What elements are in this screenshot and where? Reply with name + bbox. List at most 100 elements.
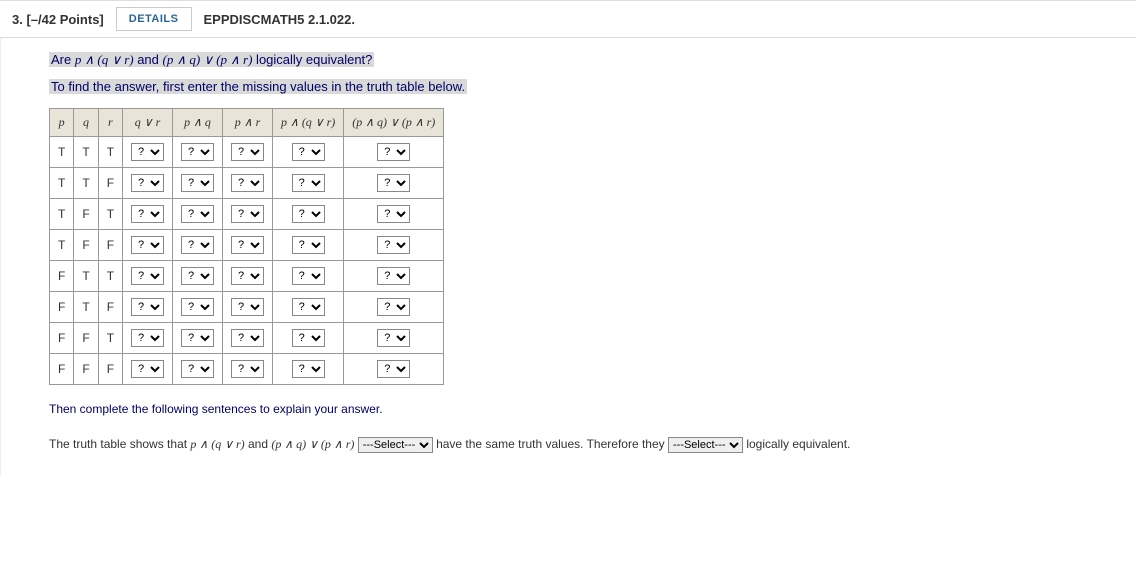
truth-value-select[interactable]: ? bbox=[181, 143, 214, 161]
cell-select: ? bbox=[173, 198, 223, 229]
cell-select: ? bbox=[344, 229, 444, 260]
select-same-values[interactable]: ---Select--- bbox=[358, 437, 433, 453]
truth-value-select[interactable]: ? bbox=[181, 236, 214, 254]
truth-value-select[interactable]: ? bbox=[377, 236, 410, 254]
cell-select: ? bbox=[123, 229, 173, 260]
truth-value-select[interactable]: ? bbox=[377, 329, 410, 347]
truth-value-select[interactable]: ? bbox=[292, 360, 325, 378]
truth-value-select[interactable]: ? bbox=[292, 329, 325, 347]
col-par: p ∧ r bbox=[223, 108, 273, 136]
cell-select: ? bbox=[273, 198, 344, 229]
truth-value-select[interactable]: ? bbox=[377, 205, 410, 223]
cell-value: T bbox=[50, 136, 74, 167]
truth-value-select[interactable]: ? bbox=[292, 143, 325, 161]
truth-table: p q r q ∨ r p ∧ q p ∧ r p ∧ (q ∨ r) (p ∧… bbox=[49, 108, 444, 385]
truth-value-select[interactable]: ? bbox=[292, 174, 325, 192]
cell-select: ? bbox=[173, 353, 223, 384]
cell-value: T bbox=[74, 260, 98, 291]
cell-value: F bbox=[50, 322, 74, 353]
truth-value-select[interactable]: ? bbox=[231, 360, 264, 378]
cell-select: ? bbox=[344, 353, 444, 384]
table-row: TTT????? bbox=[50, 136, 444, 167]
cell-select: ? bbox=[344, 322, 444, 353]
truth-value-select[interactable]: ? bbox=[131, 267, 164, 285]
truth-value-select[interactable]: ? bbox=[131, 205, 164, 223]
truth-value-select[interactable]: ? bbox=[231, 143, 264, 161]
truth-value-select[interactable]: ? bbox=[181, 329, 214, 347]
cell-select: ? bbox=[344, 291, 444, 322]
cell-select: ? bbox=[223, 136, 273, 167]
cell-select: ? bbox=[223, 229, 273, 260]
col-paq: p ∧ q bbox=[173, 108, 223, 136]
truth-value-select[interactable]: ? bbox=[131, 298, 164, 316]
cell-select: ? bbox=[173, 167, 223, 198]
cell-value: T bbox=[98, 198, 122, 229]
cell-select: ? bbox=[273, 353, 344, 384]
details-button[interactable]: DETAILS bbox=[116, 7, 192, 31]
truth-value-select[interactable]: ? bbox=[292, 298, 325, 316]
cell-select: ? bbox=[223, 167, 273, 198]
truth-value-select[interactable]: ? bbox=[181, 298, 214, 316]
truth-value-select[interactable]: ? bbox=[181, 174, 214, 192]
truth-value-select[interactable]: ? bbox=[231, 267, 264, 285]
cell-select: ? bbox=[173, 260, 223, 291]
cell-value: T bbox=[98, 136, 122, 167]
cell-value: F bbox=[74, 229, 98, 260]
cell-select: ? bbox=[273, 322, 344, 353]
cell-value: F bbox=[50, 291, 74, 322]
truth-value-select[interactable]: ? bbox=[231, 205, 264, 223]
truth-value-select[interactable]: ? bbox=[292, 236, 325, 254]
truth-value-select[interactable]: ? bbox=[131, 143, 164, 161]
truth-value-select[interactable]: ? bbox=[181, 205, 214, 223]
truth-value-select[interactable]: ? bbox=[181, 360, 214, 378]
cell-select: ? bbox=[273, 260, 344, 291]
cell-value: F bbox=[74, 322, 98, 353]
table-row: FFF????? bbox=[50, 353, 444, 384]
truth-value-select[interactable]: ? bbox=[231, 329, 264, 347]
truth-value-select[interactable]: ? bbox=[377, 360, 410, 378]
col-qvr: q ∨ r bbox=[123, 108, 173, 136]
truth-value-select[interactable]: ? bbox=[377, 298, 410, 316]
col-r: r bbox=[98, 108, 122, 136]
cell-value: T bbox=[74, 136, 98, 167]
cell-select: ? bbox=[123, 136, 173, 167]
cell-value: T bbox=[98, 322, 122, 353]
col-q: q bbox=[74, 108, 98, 136]
truth-value-select[interactable]: ? bbox=[131, 236, 164, 254]
cell-select: ? bbox=[173, 229, 223, 260]
cell-select: ? bbox=[273, 229, 344, 260]
truth-value-select[interactable]: ? bbox=[377, 143, 410, 161]
cell-select: ? bbox=[344, 167, 444, 198]
cell-value: T bbox=[98, 260, 122, 291]
question-body: Are p ∧ (q ∨ r) and (p ∧ q) ∨ (p ∧ r) lo… bbox=[0, 38, 1136, 476]
truth-value-select[interactable]: ? bbox=[377, 267, 410, 285]
truth-value-select[interactable]: ? bbox=[181, 267, 214, 285]
truth-value-select[interactable]: ? bbox=[292, 205, 325, 223]
cell-select: ? bbox=[173, 136, 223, 167]
cell-select: ? bbox=[123, 167, 173, 198]
cell-select: ? bbox=[223, 322, 273, 353]
truth-value-select[interactable]: ? bbox=[131, 329, 164, 347]
cell-select: ? bbox=[223, 353, 273, 384]
table-row: FTF????? bbox=[50, 291, 444, 322]
cell-value: F bbox=[98, 167, 122, 198]
table-row: FTT????? bbox=[50, 260, 444, 291]
select-therefore[interactable]: ---Select--- bbox=[668, 437, 743, 453]
cell-select: ? bbox=[344, 260, 444, 291]
truth-value-select[interactable]: ? bbox=[131, 174, 164, 192]
cell-select: ? bbox=[123, 353, 173, 384]
cell-select: ? bbox=[344, 136, 444, 167]
truth-value-select[interactable]: ? bbox=[131, 360, 164, 378]
cell-select: ? bbox=[173, 291, 223, 322]
truth-value-select[interactable]: ? bbox=[231, 236, 264, 254]
cell-select: ? bbox=[273, 167, 344, 198]
cell-select: ? bbox=[223, 198, 273, 229]
table-row: FFT????? bbox=[50, 322, 444, 353]
truth-value-select[interactable]: ? bbox=[292, 267, 325, 285]
col-p: p bbox=[50, 108, 74, 136]
table-header-row: p q r q ∨ r p ∧ q p ∧ r p ∧ (q ∨ r) (p ∧… bbox=[50, 108, 444, 136]
truth-value-select[interactable]: ? bbox=[231, 174, 264, 192]
truth-value-select[interactable]: ? bbox=[377, 174, 410, 192]
truth-value-select[interactable]: ? bbox=[231, 298, 264, 316]
cell-value: F bbox=[50, 353, 74, 384]
